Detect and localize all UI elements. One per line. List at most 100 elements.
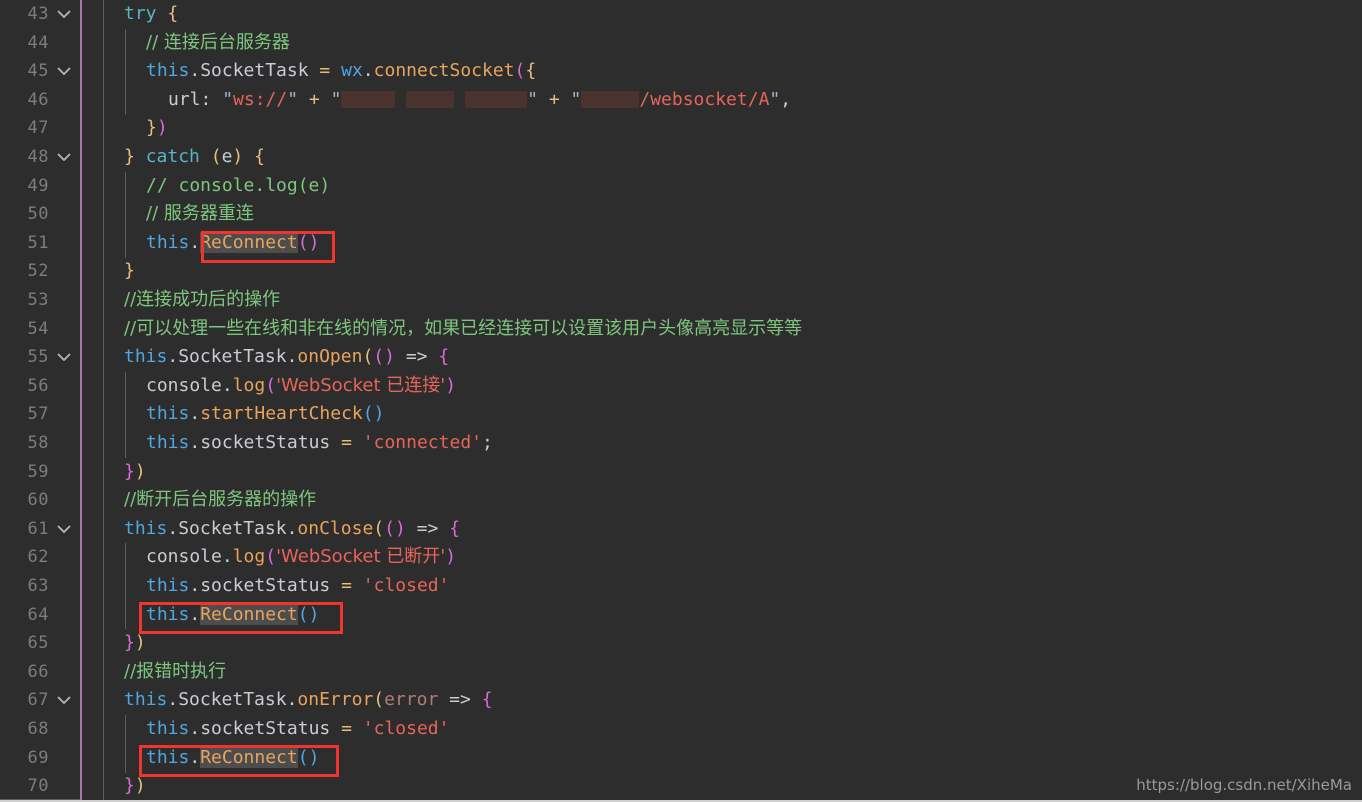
line-number: 44 xyxy=(27,32,49,53)
line-number-row-63[interactable]: 63 xyxy=(0,572,80,601)
fold-chevron-down-icon[interactable] xyxy=(56,143,72,172)
line-number: 61 xyxy=(27,518,49,539)
redacted-host-block-3 xyxy=(465,91,528,109)
line-number-row-46[interactable]: 46 xyxy=(0,86,80,115)
line-number-row-43[interactable]: 43 xyxy=(0,0,80,29)
line-number-row-51[interactable]: 51 xyxy=(0,229,80,258)
code-line-51: this.ReConnect() xyxy=(146,231,320,253)
line-number-row-66[interactable]: 66 xyxy=(0,658,80,687)
line-number: 51 xyxy=(27,232,49,253)
line-number: 52 xyxy=(27,261,49,282)
line-number-row-64[interactable]: 64 xyxy=(0,601,80,630)
comment-text: //报错时执行 xyxy=(124,660,227,682)
line-number: 59 xyxy=(27,461,49,482)
line-number: 64 xyxy=(27,604,49,625)
line-number: 56 xyxy=(27,375,49,396)
line-number-row-70[interactable]: 70 xyxy=(0,772,80,801)
error-param: error xyxy=(384,689,439,711)
comment-text: // 服务器重连 xyxy=(146,203,254,225)
code-line-53: //连接成功后的操作 xyxy=(124,286,280,315)
line-number: 68 xyxy=(27,719,49,739)
indent-guide-2 xyxy=(125,28,126,115)
line-number-row-45[interactable]: 45 xyxy=(0,57,80,86)
line-number: 50 xyxy=(27,204,49,225)
line-number: 47 xyxy=(27,118,49,139)
fold-chevron-down-icon[interactable] xyxy=(56,686,72,715)
code-content[interactable]: try { // 连接后台服务器 this.SocketTask = wx.co… xyxy=(80,0,1362,802)
line-number-row-55[interactable]: 55 xyxy=(0,343,80,372)
line-number-row-61[interactable]: 61 xyxy=(0,515,80,544)
redacted-host-block-2 xyxy=(406,91,455,109)
line-number-row-53[interactable]: 53 xyxy=(0,286,80,315)
line-number-row-69[interactable]: 69 xyxy=(0,744,80,773)
code-line-69: this.ReConnect() xyxy=(146,746,320,768)
code-line-63: this.socketStatus = 'closed' xyxy=(146,575,450,596)
indent-guide-4 xyxy=(125,371,126,458)
line-number-row-59[interactable]: 59 xyxy=(0,458,80,487)
code-line-48: } catch (e) { xyxy=(124,146,265,167)
code-line-59: }) xyxy=(124,460,146,482)
code-line-46: url: "ws://" + " " + "/websocket/A", xyxy=(168,88,792,110)
fold-chevron-down-icon[interactable] xyxy=(56,515,72,544)
reconnect-call-69: ReConnect xyxy=(200,746,298,768)
reconnect-call-51: ReConnect xyxy=(200,231,298,253)
code-editor: 43 44 45 46 47 48 49 50 51 52 53 54 55 5… xyxy=(0,0,1362,802)
line-number: 55 xyxy=(27,347,49,368)
code-line-65: }) xyxy=(124,632,146,654)
fold-chevron-down-icon[interactable] xyxy=(56,57,72,86)
line-number: 54 xyxy=(27,318,49,339)
line-number: 69 xyxy=(27,747,49,768)
comment-text: // 连接后台服务器 xyxy=(146,31,290,53)
status-string-closed: 'closed' xyxy=(362,575,450,596)
line-number-row-49[interactable]: 49 xyxy=(0,172,80,201)
line-number: 49 xyxy=(27,175,49,196)
code-line-62: console.log('WebSocket 已断开') xyxy=(146,546,457,568)
indent-guide-1 xyxy=(103,0,104,802)
code-line-60: //断开后台服务器的操作 xyxy=(124,486,316,515)
line-number: 53 xyxy=(27,290,49,310)
line-number: 60 xyxy=(27,490,49,511)
line-number-row-48[interactable]: 48 xyxy=(0,143,80,172)
websocket-path: /websocket/A xyxy=(639,88,770,110)
line-number: 48 xyxy=(27,147,49,167)
code-line-47: }) xyxy=(146,117,168,139)
line-number-row-68[interactable]: 68 xyxy=(0,715,80,744)
indent-guide-6 xyxy=(125,715,126,773)
log-string-disconnected: 'WebSocket 已断开' xyxy=(276,546,446,568)
line-number-row-57[interactable]: 57 xyxy=(0,400,80,429)
fold-chevron-down-icon[interactable] xyxy=(56,343,72,372)
line-number: 66 xyxy=(27,661,49,682)
code-line-43: try { xyxy=(124,3,179,24)
line-number: 43 xyxy=(27,4,49,24)
line-number-row-60[interactable]: 60 xyxy=(0,486,80,515)
watermark-url: https://blog.csdn.net/XiheMa xyxy=(1136,776,1352,794)
redacted-host-block-1 xyxy=(341,91,396,109)
log-string-connected: 'WebSocket 已连接' xyxy=(276,374,446,396)
comment-text: //断开后台服务器的操作 xyxy=(124,489,317,511)
comment-text: //连接成功后的操作 xyxy=(124,289,281,310)
line-number-row-65[interactable]: 65 xyxy=(0,629,80,658)
code-line-70: }) xyxy=(124,775,146,797)
line-number: 70 xyxy=(27,776,49,797)
line-number: 65 xyxy=(27,633,49,654)
redacted-host-block-4 xyxy=(581,91,640,109)
line-number-row-50[interactable]: 50 xyxy=(0,200,80,229)
line-number-row-44[interactable]: 44 xyxy=(0,29,80,58)
line-number-row-56[interactable]: 56 xyxy=(0,372,80,401)
comment-text: // console.log(e) xyxy=(146,174,331,196)
code-line-54: //可以处理一些在线和非在线的情况，如果已经连接可以设置该用户头像高亮显示等等 xyxy=(124,315,802,344)
line-number-row-54[interactable]: 54 xyxy=(0,315,80,344)
status-string-closed: 'closed' xyxy=(362,718,450,739)
indent-guide-3 xyxy=(125,171,126,258)
code-line-61: this.SocketTask.onClose(() => { xyxy=(124,517,461,539)
line-number-row-47[interactable]: 47 xyxy=(0,114,80,143)
line-number: 67 xyxy=(27,690,49,711)
line-number-row-58[interactable]: 58 xyxy=(0,429,80,458)
fold-chevron-down-icon[interactable] xyxy=(56,0,72,29)
code-line-68: this.socketStatus = 'closed' xyxy=(146,718,450,739)
code-line-55: this.SocketTask.onOpen(() => { xyxy=(124,346,450,368)
reconnect-call-64: ReConnect xyxy=(200,603,298,625)
line-number-row-67[interactable]: 67 xyxy=(0,686,80,715)
line-number-row-62[interactable]: 62 xyxy=(0,543,80,572)
line-number-row-52[interactable]: 52 xyxy=(0,257,80,286)
